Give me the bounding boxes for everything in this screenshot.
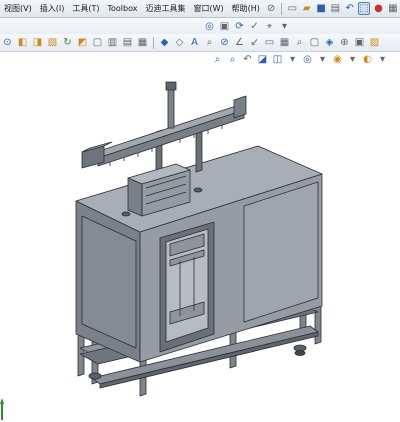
display-style-icon[interactable]: ▾ [286,53,299,66]
print-icon[interactable]: ▤ [329,2,341,15]
line-icon[interactable]: ◇ [173,36,186,49]
smart-dim-icon[interactable]: ◨ [31,36,44,49]
rect-icon[interactable]: ▭ [263,36,276,49]
feature-toolbar: ⊙ ◧ ◨ ▧ ↻ ◩ ▢ ▥ ▤ ▦ ◆ ◇ A ⌕ ⊘ ∠ ↙ ▭ ▦ ⌕ … [0,34,400,52]
menu-view[interactable]: 视图(V) [0,0,36,17]
menu-maidi-tools[interactable]: 迈迪工具集 [141,0,189,17]
scene-icon[interactable]: ◉ [331,53,344,66]
select-icon[interactable]: ⬚ [357,2,371,15]
arrow-icon[interactable]: ↙ [248,36,261,49]
menu-bar: 视图(V) 插入(I) 工具(T) Toolbox 迈迪工具集 窗口(W) 帮助… [0,0,400,18]
zoom-fit-icon[interactable]: ⌕ [211,53,224,66]
pointer-icon[interactable]: ⌖ [263,20,276,33]
rebuild-icon[interactable]: ⟳ [233,20,246,33]
list-icon[interactable]: ▤ [121,36,134,49]
camera-icon[interactable]: ▾ [376,53,389,66]
reference-icon[interactable]: ◈ [323,36,336,49]
more-icon[interactable]: ▾ [278,20,291,33]
measure-icon[interactable]: ⊘ [218,36,231,49]
open-folder-icon[interactable]: ▰ [301,2,313,15]
view-settings-icon[interactable]: ▾ [346,53,359,66]
heads-up-view-toolbar: ⌕ ⌕ ↶ ◪ ◫ ▾ ◎ ▾ ◉ ▾ ◐ ▾ [210,52,390,66]
separator [281,2,283,15]
feature-icon[interactable]: ▧ [46,36,59,49]
menu-help[interactable]: 帮助(H) [228,0,264,17]
snap-icon[interactable]: ⊙ [1,36,14,49]
menu-tools[interactable]: 工具(T) [68,0,103,17]
display-icon[interactable]: ▣ [218,20,231,33]
save-icon[interactable]: ■ [315,2,327,15]
toolbar-spacer [1,20,201,33]
traffic-light-icon[interactable]: ● [372,2,384,15]
axis-icon[interactable]: ⊕ [338,36,351,49]
pin-icon[interactable]: ⊘ [265,2,277,15]
sketch-icon[interactable]: ▢ [91,36,104,49]
section-view-icon[interactable]: ◪ [256,53,269,66]
mate-icon[interactable]: ▨ [368,36,381,49]
menu-insert[interactable]: 插入(I) [36,0,69,17]
zoom-glass-icon[interactable]: ⌕ [203,36,216,49]
dimension-icon[interactable]: A [188,36,201,49]
separator [153,36,154,49]
grid-icon[interactable]: ▦ [278,36,291,49]
menu-window[interactable]: 窗口(W) [189,0,227,17]
sketch-line-icon[interactable]: ∠ [233,36,246,49]
undo-icon[interactable]: ↶ [344,2,356,15]
previous-view-icon[interactable]: ↶ [241,53,254,66]
box-icon[interactable]: ▢ [308,36,321,49]
plane-icon[interactable]: ▣ [353,36,366,49]
hide-show-icon[interactable]: ◎ [301,53,314,66]
view-icon[interactable]: ◎ [203,20,216,33]
graphics-area[interactable] [0,66,400,420]
zoom-area-icon[interactable]: ⌕ [226,53,239,66]
note-icon[interactable]: ▥ [106,36,119,49]
check-icon[interactable]: ✓ [248,20,261,33]
standard-toolbar: ◎ ▣ ⟳ ✓ ⌖ ▾ [0,18,400,34]
menu-toolbox[interactable]: Toolbox [103,0,141,17]
coordinate-triad-icon [0,398,4,420]
cube-icon[interactable]: ◧ [16,36,29,49]
table-icon[interactable]: ▦ [136,36,149,49]
render-icon[interactable]: ◐ [361,53,374,66]
view-orient-icon[interactable]: ◫ [271,53,284,66]
assembly-icon[interactable]: ◩ [76,36,89,49]
assembly-model [75,81,323,397]
new-document-icon[interactable]: ▭ [286,2,298,15]
refresh-icon[interactable]: ↻ [61,36,74,49]
options-icon[interactable]: ▦ [387,2,399,15]
search-icon[interactable]: ⌕ [293,36,306,49]
appearance-icon[interactable]: ▾ [316,53,329,66]
sketch-tools-icon[interactable]: ◆ [158,36,171,49]
